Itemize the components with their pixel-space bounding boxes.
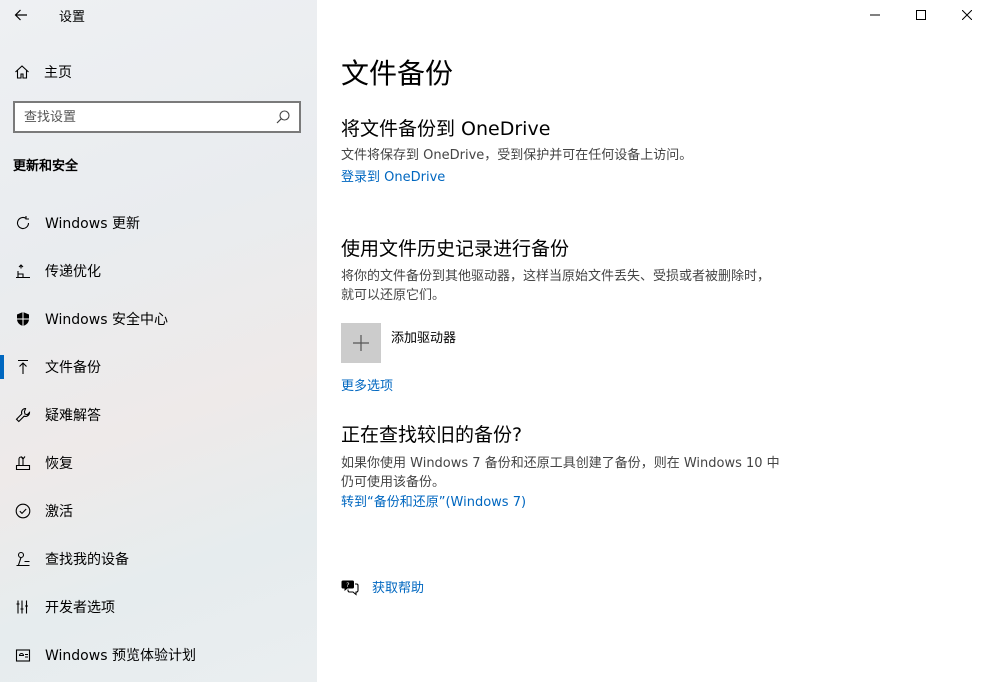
file-history-heading: 使用文件历史记录进行备份 [341,238,570,260]
close-icon [962,10,972,20]
back-button[interactable] [8,2,34,28]
back-arrow-icon [14,9,27,21]
shield-icon [0,311,45,327]
search-icon[interactable] [275,109,291,129]
section-title: 更新和安全 [13,159,79,174]
plus-icon [353,335,369,351]
backup-restore-link[interactable]: 转到“备份和还原”(Windows 7) [341,491,526,510]
sign-in-onedrive-link[interactable]: 登录到 OneDrive [341,166,445,185]
older-backup-heading: 正在查找较旧的备份? [341,424,523,446]
minimize-icon [870,14,880,16]
add-drive-tile [341,323,381,363]
onedrive-description: 文件将保存到 OneDrive，受到保护并可在任何设备上访问。 [341,148,693,163]
find-device-icon [0,551,45,567]
svg-text:?: ? [346,581,349,589]
more-options-link[interactable]: 更多选项 [341,375,393,394]
older-backup-description: 如果你使用 Windows 7 备份和还原工具创建了备份，则在 Windows … [341,456,780,490]
sidebar-item-delivery-optimization[interactable]: 传递优化 [0,247,317,295]
add-drive-button[interactable]: 添加驱动器 [341,323,456,363]
home-icon [0,64,44,80]
sidebar-item-find-my-device[interactable]: 查找我的设备 [0,535,317,583]
sidebar-item-windows-update[interactable]: Windows 更新 [0,199,317,247]
sidebar-item-label: 恢复 [45,456,73,472]
developer-icon [0,599,45,615]
titlebar-left: 设置 [0,0,317,30]
insider-icon [0,647,45,663]
file-history-description: 将你的文件备份到其他驱动器，这样当原始文件丢失、受损或者被删除时，就可以还原它们… [341,269,771,303]
sidebar-item-label: Windows 预览体验计划 [45,648,196,664]
sidebar-item-label: 激活 [45,504,73,520]
add-drive-label: 添加驱动器 [391,331,457,346]
sidebar-item-troubleshoot[interactable]: 疑难解答 [0,391,317,439]
sidebar-item-label: 文件备份 [45,360,101,376]
sidebar-item-home[interactable]: 主页 [0,56,317,88]
backup-arrow-icon [0,359,45,375]
sidebar-item-label: 主页 [44,65,72,81]
window-controls [852,0,990,30]
sidebar-item-label: 疑难解答 [45,408,101,424]
wrench-icon [0,407,45,423]
maximize-button[interactable] [898,0,944,30]
onedrive-heading: 将文件备份到 OneDrive [341,118,551,140]
help-chat-icon: ? [341,580,359,596]
page-title: 文件备份 [341,57,454,90]
delivery-optimization-icon [0,263,45,279]
sidebar-item-windows-security[interactable]: Windows 安全中心 [0,295,317,343]
minimize-button[interactable] [852,0,898,30]
sidebar-item-label: Windows 安全中心 [45,312,168,328]
sidebar-item-insider-program[interactable]: Windows 预览体验计划 [0,631,317,679]
sidebar-item-backup[interactable]: 文件备份 [0,343,317,391]
refresh-icon [0,215,45,231]
check-circle-icon [0,503,45,519]
recovery-icon [0,455,45,471]
maximize-icon [916,10,926,20]
sidebar-item-label: 开发者选项 [45,600,115,616]
sidebar-item-activation[interactable]: 激活 [0,487,317,535]
get-help-label: 获取帮助 [372,581,425,596]
sidebar-item-label: 传递优化 [45,264,101,280]
sidebar-nav: Windows 更新 传递优化 Windows 安全中心 文件备份 疑难解答 恢… [0,199,317,679]
get-help-link[interactable]: ? 获取帮助 [341,577,424,596]
sidebar: 设置 主页 更新和安全 Windows 更新 [0,0,317,682]
sidebar-item-developer-options[interactable]: 开发者选项 [0,583,317,631]
app-title: 设置 [59,10,86,25]
close-button[interactable] [944,0,990,30]
sidebar-item-label: Windows 更新 [45,216,140,232]
search-input[interactable] [15,109,265,125]
sidebar-item-recovery[interactable]: 恢复 [0,439,317,487]
search-box [13,101,301,133]
sidebar-item-label: 查找我的设备 [45,552,129,568]
